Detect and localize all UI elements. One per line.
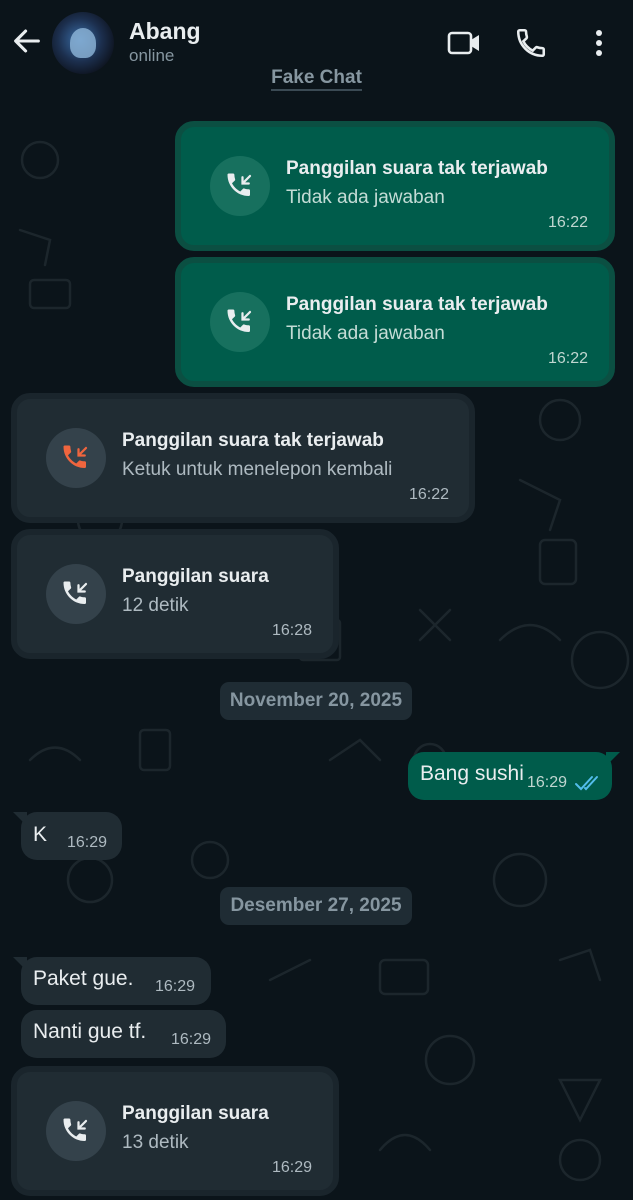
watermark-label: Fake Chat xyxy=(0,67,633,91)
call-bubble[interactable]: Panggilan suara tak terjawab Tidak ada j… xyxy=(175,121,615,251)
back-button[interactable] xyxy=(10,24,44,58)
incoming-call-icon xyxy=(227,309,252,332)
message-time: 16:22 xyxy=(548,350,589,367)
call-subtitle: Tidak ada jawaban xyxy=(286,187,445,208)
bubble-tail xyxy=(606,752,620,766)
voice-call-button[interactable] xyxy=(514,26,548,60)
call-bubble[interactable]: Panggilan suara 12 detik 16:28 xyxy=(11,529,339,659)
message-time: 16:22 xyxy=(548,214,589,231)
incoming-message[interactable]: K 16:29 xyxy=(13,812,122,860)
call-bubble[interactable]: Panggilan suara 13 detik 16:29 xyxy=(11,1066,339,1196)
call-bubble[interactable]: Panggilan suara tak terjawab Tidak ada j… xyxy=(175,257,615,387)
message-time: 16:29 xyxy=(272,1159,313,1176)
call-subtitle: Ketuk untuk menelepon kembali xyxy=(122,459,393,480)
watermark-text: Fake Chat xyxy=(271,67,362,91)
call-title: Panggilan suara xyxy=(122,1103,269,1124)
more-vertical-icon xyxy=(596,30,602,56)
call-title: Panggilan suara tak terjawab xyxy=(286,294,548,315)
contact-avatar[interactable] xyxy=(52,12,114,74)
date-separator: Desember 27, 2025 xyxy=(220,887,412,925)
call-icon-circle xyxy=(210,156,270,216)
call-title: Panggilan suara xyxy=(122,566,269,587)
incoming-message[interactable]: Paket gue. 16:29 xyxy=(13,957,211,1005)
bubble-tail xyxy=(13,812,27,826)
message-text: K xyxy=(33,823,48,846)
call-icon-circle xyxy=(46,1101,106,1161)
missed-call-bubble[interactable]: Panggilan suara tak terjawab Ketuk untuk… xyxy=(11,393,475,523)
more-options-button[interactable] xyxy=(584,26,618,60)
incoming-call-icon xyxy=(227,173,252,196)
message-time: 16:29 xyxy=(527,774,568,791)
call-icon-circle xyxy=(46,564,106,624)
call-subtitle: 12 detik xyxy=(122,595,189,616)
incoming-call-icon xyxy=(63,581,88,604)
arrow-left-icon xyxy=(14,29,40,53)
message-time: 16:29 xyxy=(171,1031,212,1048)
message-time: 16:28 xyxy=(272,622,313,639)
contact-name[interactable]: Abang xyxy=(129,18,201,45)
call-title: Panggilan suara tak terjawab xyxy=(122,430,384,451)
outgoing-message[interactable]: Bang sushi 16:29 xyxy=(408,752,620,800)
missed-call-icon xyxy=(63,445,88,468)
double-check-icon xyxy=(575,776,598,791)
phone-icon xyxy=(516,28,546,58)
call-subtitle: Tidak ada jawaban xyxy=(286,323,445,344)
call-icon-circle xyxy=(210,292,270,352)
incoming-call-icon xyxy=(63,1118,88,1141)
message-time: 16:29 xyxy=(155,978,196,995)
message-text: Nanti gue tf. xyxy=(33,1020,147,1043)
bubble-tail xyxy=(13,957,27,971)
message-time: 16:22 xyxy=(409,486,450,503)
call-icon-circle xyxy=(46,428,106,488)
video-camera-icon xyxy=(447,31,479,55)
incoming-message[interactable]: Nanti gue tf. 16:29 xyxy=(21,1010,226,1058)
message-text: Bang sushi xyxy=(420,762,524,785)
date-separator: November 20, 2025 xyxy=(220,682,412,720)
call-title: Panggilan suara tak terjawab xyxy=(286,158,548,179)
contact-status: online xyxy=(129,46,175,65)
message-time: 16:29 xyxy=(67,834,108,851)
message-text: Paket gue. xyxy=(33,967,134,990)
call-subtitle: 13 detik xyxy=(122,1132,189,1153)
video-call-button[interactable] xyxy=(446,26,480,60)
